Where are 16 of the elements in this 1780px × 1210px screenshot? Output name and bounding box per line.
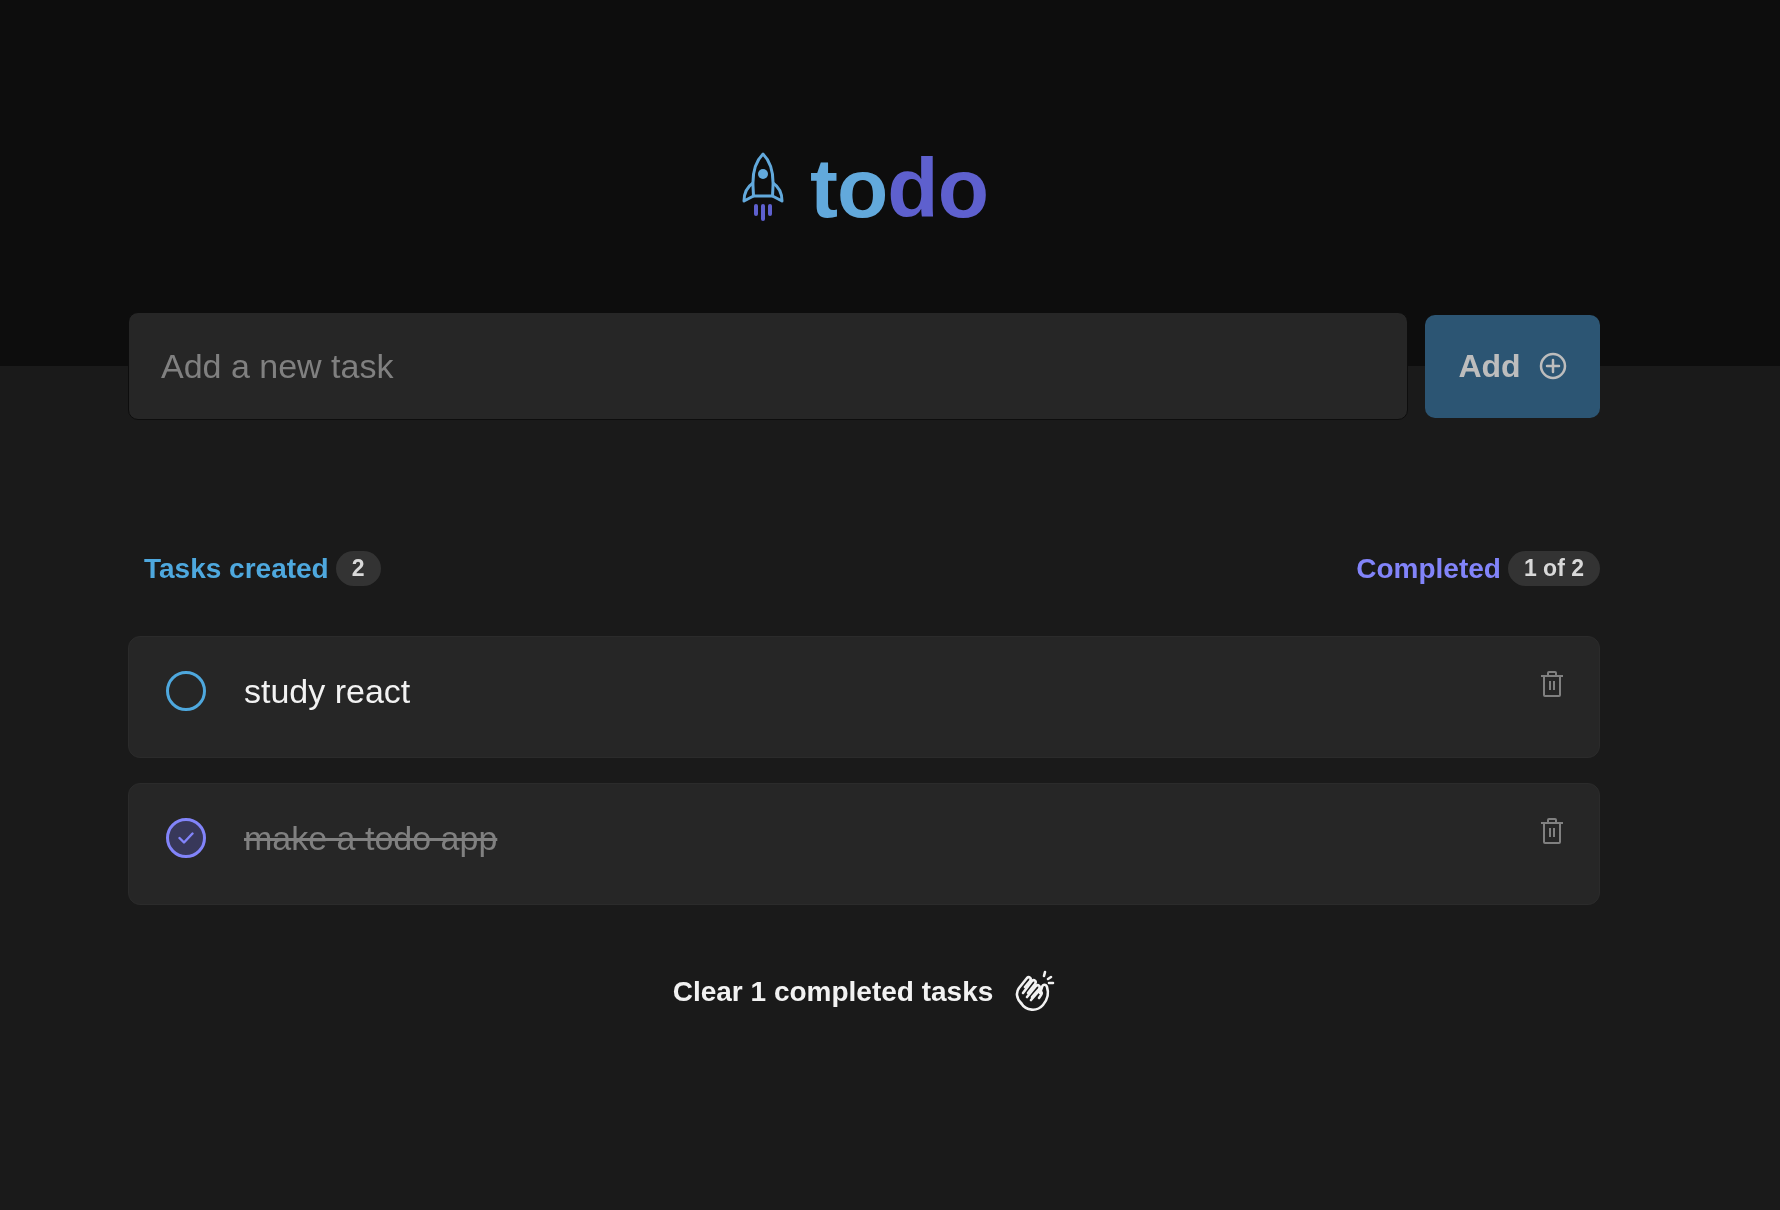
completed-label: Completed bbox=[1356, 552, 1501, 585]
tasks-created-count: 2 bbox=[335, 551, 381, 586]
checkbox[interactable] bbox=[166, 671, 206, 711]
clear-completed-button[interactable]: Clear 1 completed tasks bbox=[672, 969, 1056, 1015]
task-text: study react bbox=[244, 671, 412, 711]
task-text: make a todo app bbox=[244, 818, 499, 858]
checkmark-icon bbox=[178, 832, 194, 844]
tasks-created-label: Tasks created bbox=[144, 552, 329, 585]
trash-icon[interactable] bbox=[1540, 671, 1564, 697]
task-input[interactable]: Add a new task bbox=[128, 312, 1408, 420]
app-title: todo bbox=[810, 146, 988, 230]
add-button[interactable]: Add bbox=[1425, 314, 1600, 418]
checkbox[interactable] bbox=[166, 818, 206, 858]
completed-count: 1 of 2 bbox=[1507, 551, 1600, 586]
plus-circle-icon bbox=[1538, 352, 1567, 380]
trash-icon[interactable] bbox=[1540, 818, 1564, 844]
